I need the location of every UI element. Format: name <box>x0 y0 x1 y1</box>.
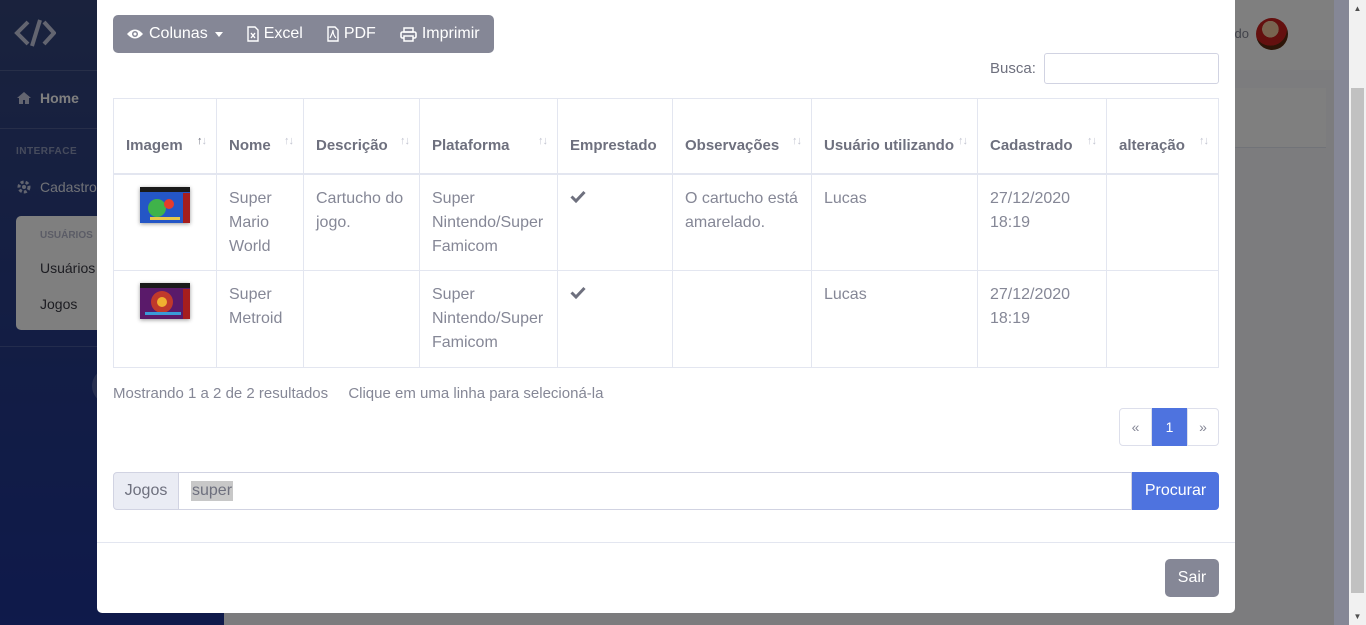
column-header-plataforma[interactable]: Plataforma ↑↓ <box>419 98 558 175</box>
cell-imagem <box>113 173 217 271</box>
cell-observacoes: O cartucho está amarelado. <box>672 173 812 271</box>
column-header-label: Observações <box>685 136 780 154</box>
cell-plataforma: Super Nintendo/Super Famicom <box>419 173 558 271</box>
pdf-export-button[interactable]: PDF <box>327 25 376 43</box>
export-toolbar: Colunas Excel PDF Imprimir <box>113 15 494 53</box>
caret-down-icon <box>214 31 223 37</box>
pagination-next-button[interactable]: » <box>1187 408 1219 446</box>
search-button[interactable]: Procurar <box>1132 472 1219 510</box>
cell-nome: Super Mario World <box>216 173 304 271</box>
cell-usuario: Lucas <box>811 270 978 368</box>
column-header-observacoes[interactable]: Observações ↑↓ <box>672 98 812 175</box>
table-header-row: Imagem ↑↓ Nome ↑↓ Descrição ↑↓ Plataforma ↑↓… <box>113 98 1219 175</box>
column-header-nome[interactable]: Nome ↑↓ <box>216 98 304 175</box>
search-input[interactable] <box>1044 53 1219 84</box>
column-header-label: Plataforma <box>432 136 510 154</box>
column-header-label: Cadastrado <box>990 136 1073 154</box>
cell-observacoes <box>672 270 812 368</box>
sort-icon: ↑↓ <box>958 134 968 147</box>
sort-icon: ↑↓ <box>284 134 294 147</box>
column-header-label: Usuário utilizando <box>824 136 955 154</box>
columns-label: Colunas <box>149 25 208 42</box>
column-header-descricao[interactable]: Descrição ↑↓ <box>303 98 420 175</box>
game-cover-image <box>140 283 190 319</box>
scroll-up-arrow-icon[interactable]: ▲ <box>1349 0 1366 17</box>
cell-imagem <box>113 270 217 368</box>
check-icon <box>570 190 586 203</box>
table-info: Mostrando 1 a 2 de 2 resultados Clique e… <box>113 385 603 402</box>
column-header-label: Emprestado <box>570 136 657 154</box>
column-header-emprestado[interactable]: Emprestado <box>557 98 673 175</box>
column-header-usuario[interactable]: Usuário utilizando ↑↓ <box>811 98 978 175</box>
cell-emprestado <box>557 173 673 271</box>
print-label: Imprimir <box>421 25 480 42</box>
cell-emprestado <box>557 270 673 368</box>
game-search-value: super <box>191 481 234 501</box>
pdf-label: PDF <box>343 25 376 42</box>
printer-icon <box>400 26 417 42</box>
cell-cadastrado: 27/12/2020 18:19 <box>977 173 1107 271</box>
cell-cadastrado: 27/12/2020 18:19 <box>977 270 1107 368</box>
column-header-label: Nome <box>229 136 271 154</box>
game-search-group: Jogos super Procurar <box>113 472 1219 510</box>
table-row[interactable]: Super Mario World Cartucho do jogo. Supe… <box>113 173 1219 271</box>
pagination-prev-button[interactable]: « <box>1119 408 1152 446</box>
sort-icon: ↑↓ <box>1087 134 1097 147</box>
columns-dropdown-button[interactable]: Colunas <box>126 25 223 43</box>
scrollbar-thumb[interactable] <box>1351 88 1364 593</box>
sort-icon: ↑↓ <box>197 134 207 147</box>
pagination-page-button[interactable]: 1 <box>1152 408 1187 446</box>
column-header-cadastrado[interactable]: Cadastrado ↑↓ <box>977 98 1107 175</box>
game-search-label: Jogos <box>113 472 179 510</box>
sort-icon: ↑↓ <box>400 134 410 147</box>
check-icon <box>570 286 586 300</box>
exit-button[interactable]: Sair <box>1165 559 1219 597</box>
excel-label: Excel <box>263 25 303 42</box>
sort-icon: ↑↓ <box>538 134 548 147</box>
file-pdf-icon <box>327 26 339 42</box>
sort-icon: ↑↓ <box>792 134 802 147</box>
cell-alteracao <box>1106 173 1219 271</box>
sort-icon: ↑↓ <box>1199 134 1209 147</box>
excel-export-button[interactable]: Excel <box>247 25 303 43</box>
search-label: Busca: <box>990 60 1036 77</box>
column-header-label: Descrição <box>316 136 388 154</box>
game-cover-image <box>140 186 190 223</box>
column-header-alteracao[interactable]: alteração ↑↓ <box>1106 98 1219 175</box>
column-header-label: alteração <box>1119 136 1185 154</box>
column-header-imagem[interactable]: Imagem ↑↓ <box>113 98 217 175</box>
game-search-input[interactable]: super <box>179 472 1132 510</box>
modal-footer-divider <box>97 542 1235 543</box>
games-table: Imagem ↑↓ Nome ↑↓ Descrição ↑↓ Plataforma ↑↓… <box>113 98 1219 368</box>
cell-descricao <box>303 270 420 368</box>
selection-hint: Clique em uma linha para selecioná-la <box>348 385 604 402</box>
results-count: Mostrando 1 a 2 de 2 resultados <box>113 385 329 402</box>
scroll-down-arrow-icon[interactable]: ▼ <box>1349 608 1366 625</box>
cell-alteracao <box>1106 270 1219 368</box>
vertical-scrollbar[interactable]: ▲ ▼ <box>1349 0 1366 625</box>
print-button[interactable]: Imprimir <box>400 25 480 43</box>
eye-icon <box>127 29 143 39</box>
file-excel-icon <box>247 26 259 42</box>
cell-plataforma: Super Nintendo/Super Famicom <box>419 270 558 368</box>
cell-descricao: Cartucho do jogo. <box>303 173 420 271</box>
cell-nome: Super Metroid <box>216 270 304 368</box>
table-row[interactable]: Super Metroid Super Nintendo/Super Famic… <box>113 270 1219 368</box>
cell-usuario: Lucas <box>811 173 978 271</box>
pagination: « 1 » <box>1119 408 1219 446</box>
column-header-label: Imagem <box>126 136 183 154</box>
games-search-modal: Colunas Excel PDF Imprimir Busca: Imagem… <box>97 0 1235 613</box>
